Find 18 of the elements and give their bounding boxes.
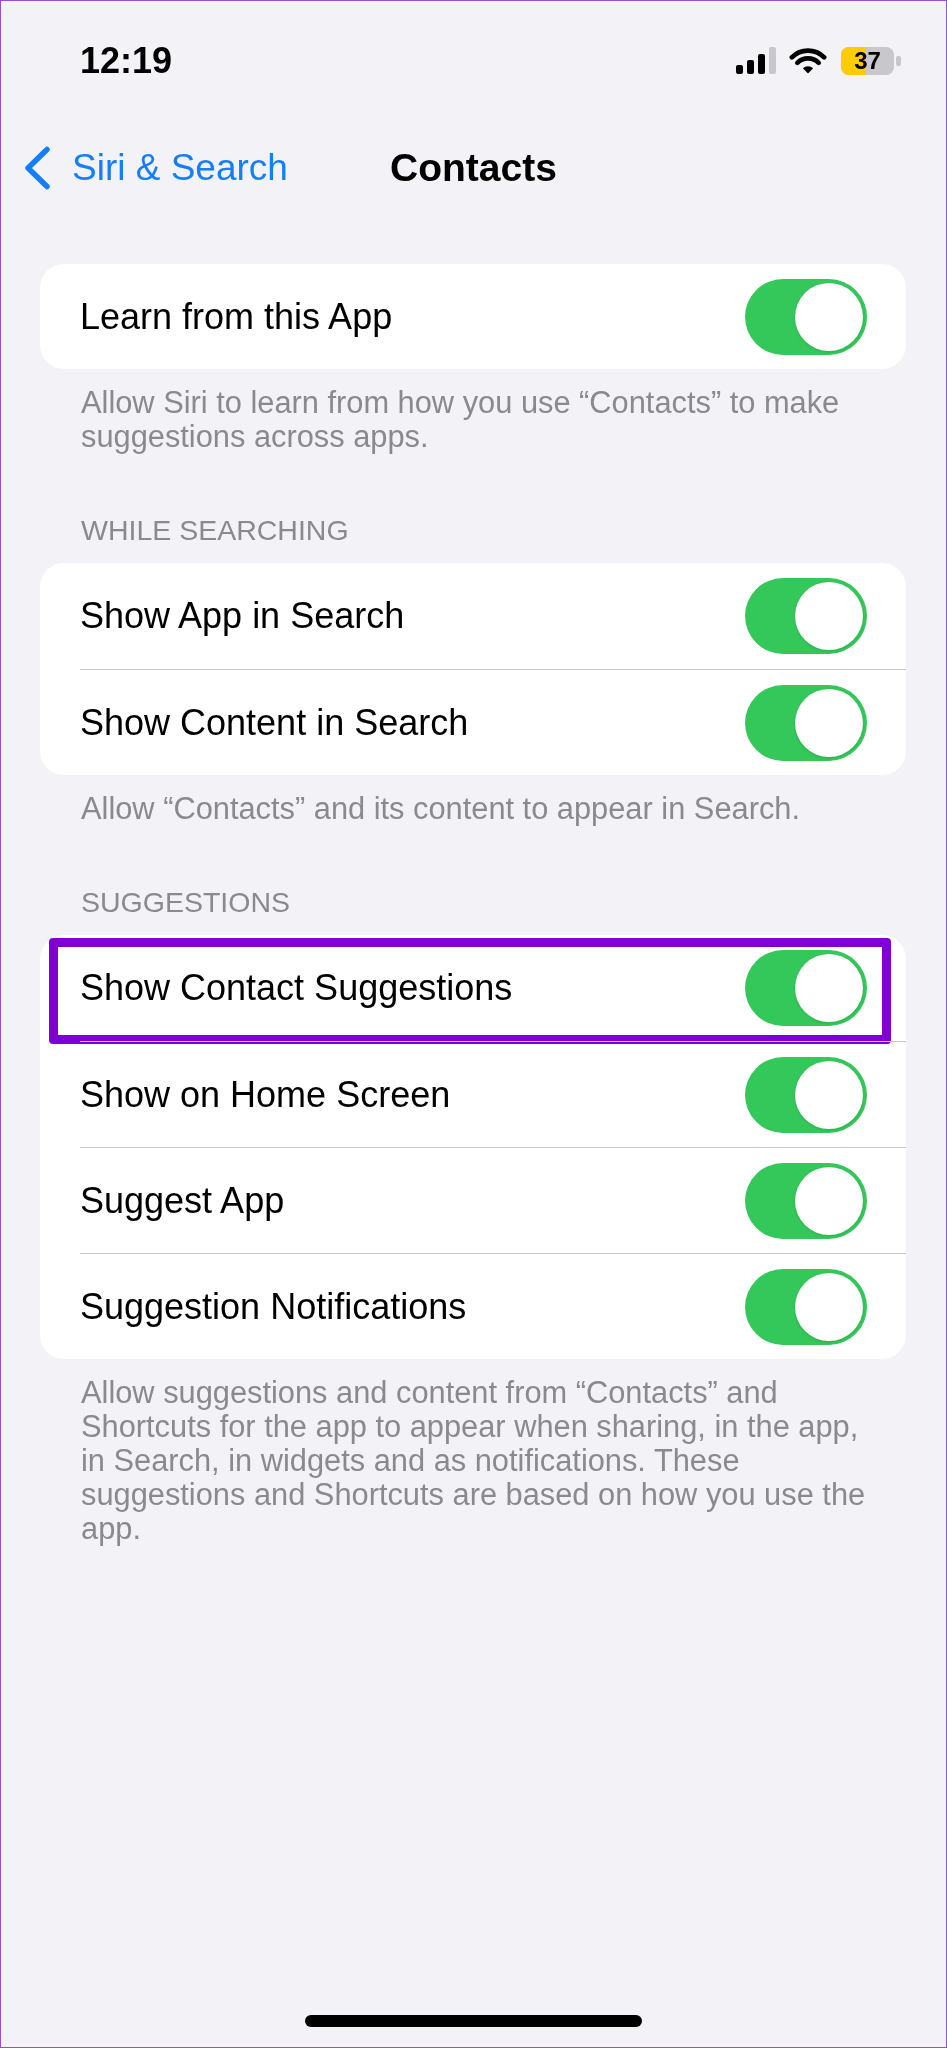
setting-label: Show Contact Suggestions (80, 966, 513, 1010)
setting-label: Learn from this App (80, 294, 393, 339)
setting-label: Suggestion Notifications (80, 1284, 467, 1329)
setting-label: Show App in Search (80, 594, 405, 638)
setting-label: Show on Home Screen (80, 1072, 451, 1117)
setting-label: Suggest App (80, 1178, 285, 1223)
status-time: 12:19 (80, 42, 173, 79)
section-header: SUGGESTIONS (81, 885, 291, 919)
wifi-icon (789, 47, 827, 74)
page-title: Contacts (390, 146, 557, 190)
section-footer: Allow Siri to learn from how you use “Contacts” to make suggestions across apps. (81, 386, 881, 454)
setting-label: Show Content in Search (80, 700, 469, 745)
back-button[interactable]: Siri & Search (1, 146, 292, 190)
section-header: WHILE SEARCHING (81, 513, 349, 547)
chevron-icon (23, 146, 51, 190)
section-footer: Allow “Contacts” and its content to appear in Search. (81, 792, 881, 826)
section-footer: Allow suggestions and content from “Contacts” and Shortcuts for the app to appear when sharing, in the app, in Search, in widgets and as notifications. These suggestions and Shortcuts are based on how you use the app. (81, 1376, 881, 1546)
signal-icon (736, 47, 776, 74)
